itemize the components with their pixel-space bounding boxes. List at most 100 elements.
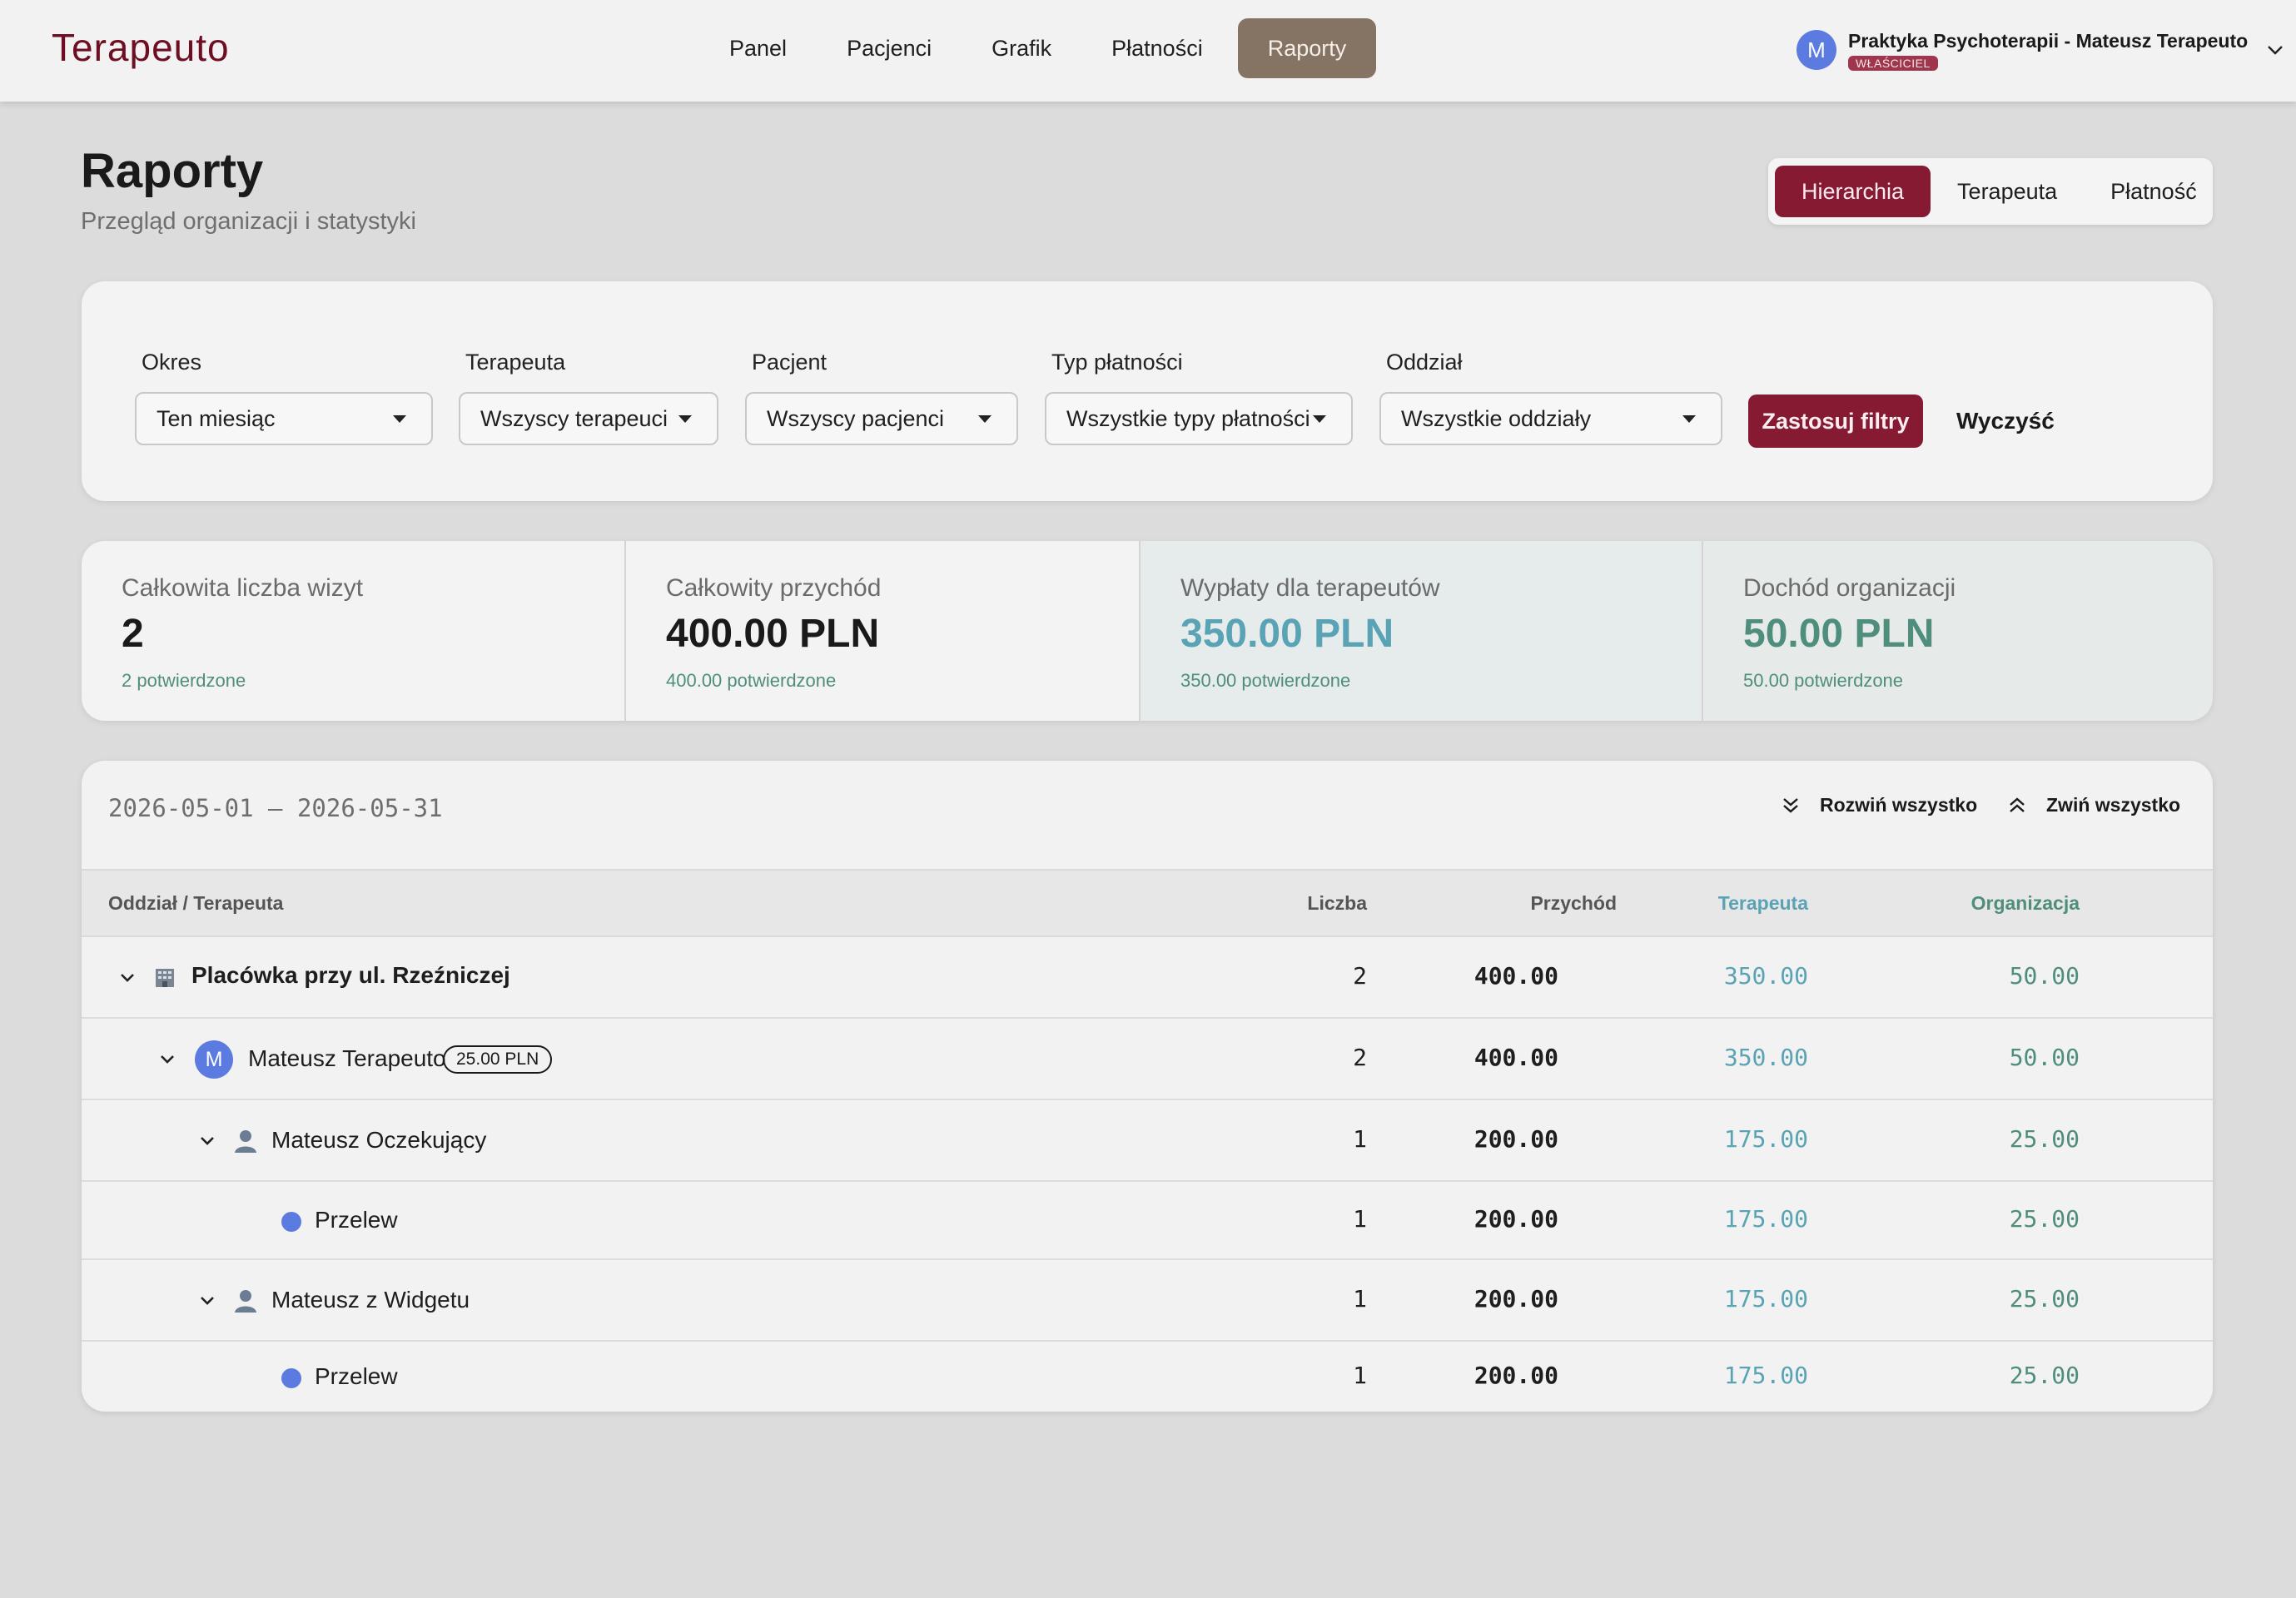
row-therapist-amount: 350.00 [1723,1044,1808,1071]
nav-item-platnosci[interactable]: Płatności [1081,18,1233,78]
patient-select[interactable]: Wszyscy pacjenci [745,392,1018,445]
organization-name: Praktyka Psychoterapii - Mateusz Terapeu… [1848,29,2249,52]
branch-select[interactable]: Wszystkie oddziały [1379,392,1722,445]
chevrons-down-icon [1783,797,1798,813]
nav-item-grafik[interactable]: Grafik [962,18,1081,78]
column-header-count[interactable]: Liczba [1307,892,1367,915]
column-header-revenue[interactable]: Przychód [1530,892,1617,915]
chevron-down-icon[interactable] [158,1050,176,1069]
caret-down-icon [393,415,406,423]
user-menu[interactable]: M Praktyka Psychoterapii - Mateusz Terap… [1797,25,2284,75]
stat-value: 400.00 PLN [666,612,880,656]
payment-method: Przelew [315,1207,398,1233]
view-switcher: Hierarchia Terapeuta Płatność [1768,158,2213,225]
person-icon [235,1130,256,1153]
payment-method: Przelew [315,1363,398,1389]
filter-patient-label: Pacjent [752,350,827,375]
row-organization-amount: 25.00 [2009,1362,2080,1389]
page-title: Raporty [81,144,264,198]
filter-branch-label: Oddział [1386,350,1463,375]
clear-filters-button[interactable]: Wyczyść [1956,395,2055,448]
stat-label: Całkowita liczba wizyt [122,574,364,602]
stat-label: Całkowity przychód [666,574,882,602]
top-navbar: Terapeuto Panel Pacjenci Grafik Płatnośc… [0,0,2296,102]
payment-type-select-value: Wszystkie typy płatności [1066,406,1310,431]
filter-therapist-label: Terapeuta [465,350,566,375]
stat-total-visits: Całkowita liczba wizyt 2 2 potwierdzone [82,541,624,721]
row-count: 2 [1353,962,1367,990]
expand-all-label: Rozwiń wszystko [1820,794,1978,816]
payment-type-select[interactable]: Wszystkie typy płatności [1045,392,1353,445]
avatar: M [1797,30,1836,70]
stat-label: Wypłaty dla terapeutów [1180,574,1440,602]
stat-total-revenue: Całkowity przychód 400.00 PLN 400.00 pot… [624,541,1139,721]
patient-name: Mateusz Oczekujący [271,1127,487,1153]
table-row-patient[interactable]: Mateusz z Widgetu 1 200.00 175.00 25.00 [82,1260,2213,1342]
nav-item-raporty[interactable]: Raporty [1237,18,1377,78]
row-revenue: 200.00 [1474,1362,1558,1389]
row-therapist-amount: 350.00 [1723,962,1808,990]
filter-period-label: Okres [142,350,202,375]
period-select-value: Ten miesiąc [157,406,276,431]
row-revenue: 400.00 [1474,1044,1558,1071]
row-count: 1 [1353,1125,1367,1153]
caret-down-icon [678,415,692,423]
role-badge: WŁAŚCICIEL [1848,55,1938,71]
brand-logo[interactable]: Terapeuto [52,25,230,70]
report-table-card: 2026-05-01 – 2026-05-31 Rozwiń wszystko … [82,761,2213,1412]
chevron-down-icon[interactable] [198,1132,216,1150]
table-row-therapist[interactable]: M Mateusz Terapeuto 25.00 PLN 2 400.00 3… [82,1019,2213,1100]
date-range: 2026-05-01 – 2026-05-31 [108,794,443,822]
therapist-select[interactable]: Wszyscy terapeuci [459,392,718,445]
table-row-payment: Przelew 1 200.00 175.00 25.00 [82,1182,2213,1260]
person-icon [235,1290,256,1313]
caret-down-icon [1682,415,1696,423]
row-count: 1 [1353,1285,1367,1313]
column-header-organization[interactable]: Organizacja [1971,892,2080,915]
column-header-name[interactable]: Oddział / Terapeuta [108,892,283,915]
nav-item-panel[interactable]: Panel [699,18,817,78]
stat-therapist-payouts: Wypłaty dla terapeutów 350.00 PLN 350.00… [1139,541,1702,721]
therapist-select-value: Wszyscy terapeuci [480,406,668,431]
chevron-down-icon[interactable] [2266,41,2284,59]
filter-payment-type: Typ płatności Wszystkie typy płatności [1045,350,1353,445]
caret-down-icon [978,415,991,423]
branch-select-value: Wszystkie oddziały [1401,406,1592,431]
view-tab-terapeuta[interactable]: Terapeuta [1931,166,2084,217]
filter-period: Okres Ten miesiąc [135,350,433,445]
table-row-patient[interactable]: Mateusz Oczekujący 1 200.00 175.00 25.00 [82,1100,2213,1182]
view-tab-platnosc[interactable]: Płatność [2084,166,2224,217]
collapse-all-button[interactable]: Zwiń wszystko [2006,794,2180,816]
row-count: 1 [1353,1362,1367,1389]
row-organization-amount: 50.00 [2009,962,2080,990]
main-nav: Panel Pacjenci Grafik Płatności Raporty [699,18,1377,78]
stat-value: 350.00 PLN [1180,612,1394,656]
table-row-branch[interactable]: Placówka przy ul. Rzeźniczej 2 400.00 35… [82,937,2213,1019]
apply-filters-button[interactable]: Zastosuj filtry [1748,395,1923,448]
payment-dot-icon [281,1368,301,1388]
stats-bar: Całkowita liczba wizyt 2 2 potwierdzone … [82,541,2213,721]
row-count: 1 [1353,1205,1367,1233]
filter-payment-type-label: Typ płatności [1051,350,1183,375]
nav-item-pacjenci[interactable]: Pacjenci [817,18,962,78]
user-info: Praktyka Psychoterapii - Mateusz Terapeu… [1848,30,2248,71]
chevron-down-icon[interactable] [118,969,137,987]
row-therapist-amount: 175.00 [1723,1205,1808,1233]
stat-sub: 350.00 potwierdzone [1180,670,1351,691]
expand-all-button[interactable]: Rozwiń wszystko [1780,794,1977,816]
row-revenue: 200.00 [1474,1205,1558,1233]
building-icon [156,969,174,987]
period-select[interactable]: Ten miesiąc [135,392,433,445]
view-tab-hierarchia[interactable]: Hierarchia [1775,166,1931,217]
stat-sub: 2 potwierdzone [122,670,246,691]
filter-branch: Oddział Wszystkie oddziały [1379,350,1722,445]
collapse-all-label: Zwiń wszystko [2046,794,2181,816]
chevrons-up-icon [2010,797,2025,812]
row-organization-amount: 25.00 [2009,1125,2080,1153]
filters-card: Okres Ten miesiąc Terapeuta Wszyscy tera… [82,281,2213,501]
column-header-therapist[interactable]: Terapeuta [1718,892,1808,915]
payment-dot-icon [281,1212,301,1232]
row-therapist-amount: 175.00 [1723,1362,1808,1389]
chevron-down-icon[interactable] [198,1292,216,1310]
row-organization-amount: 25.00 [2009,1285,2080,1313]
